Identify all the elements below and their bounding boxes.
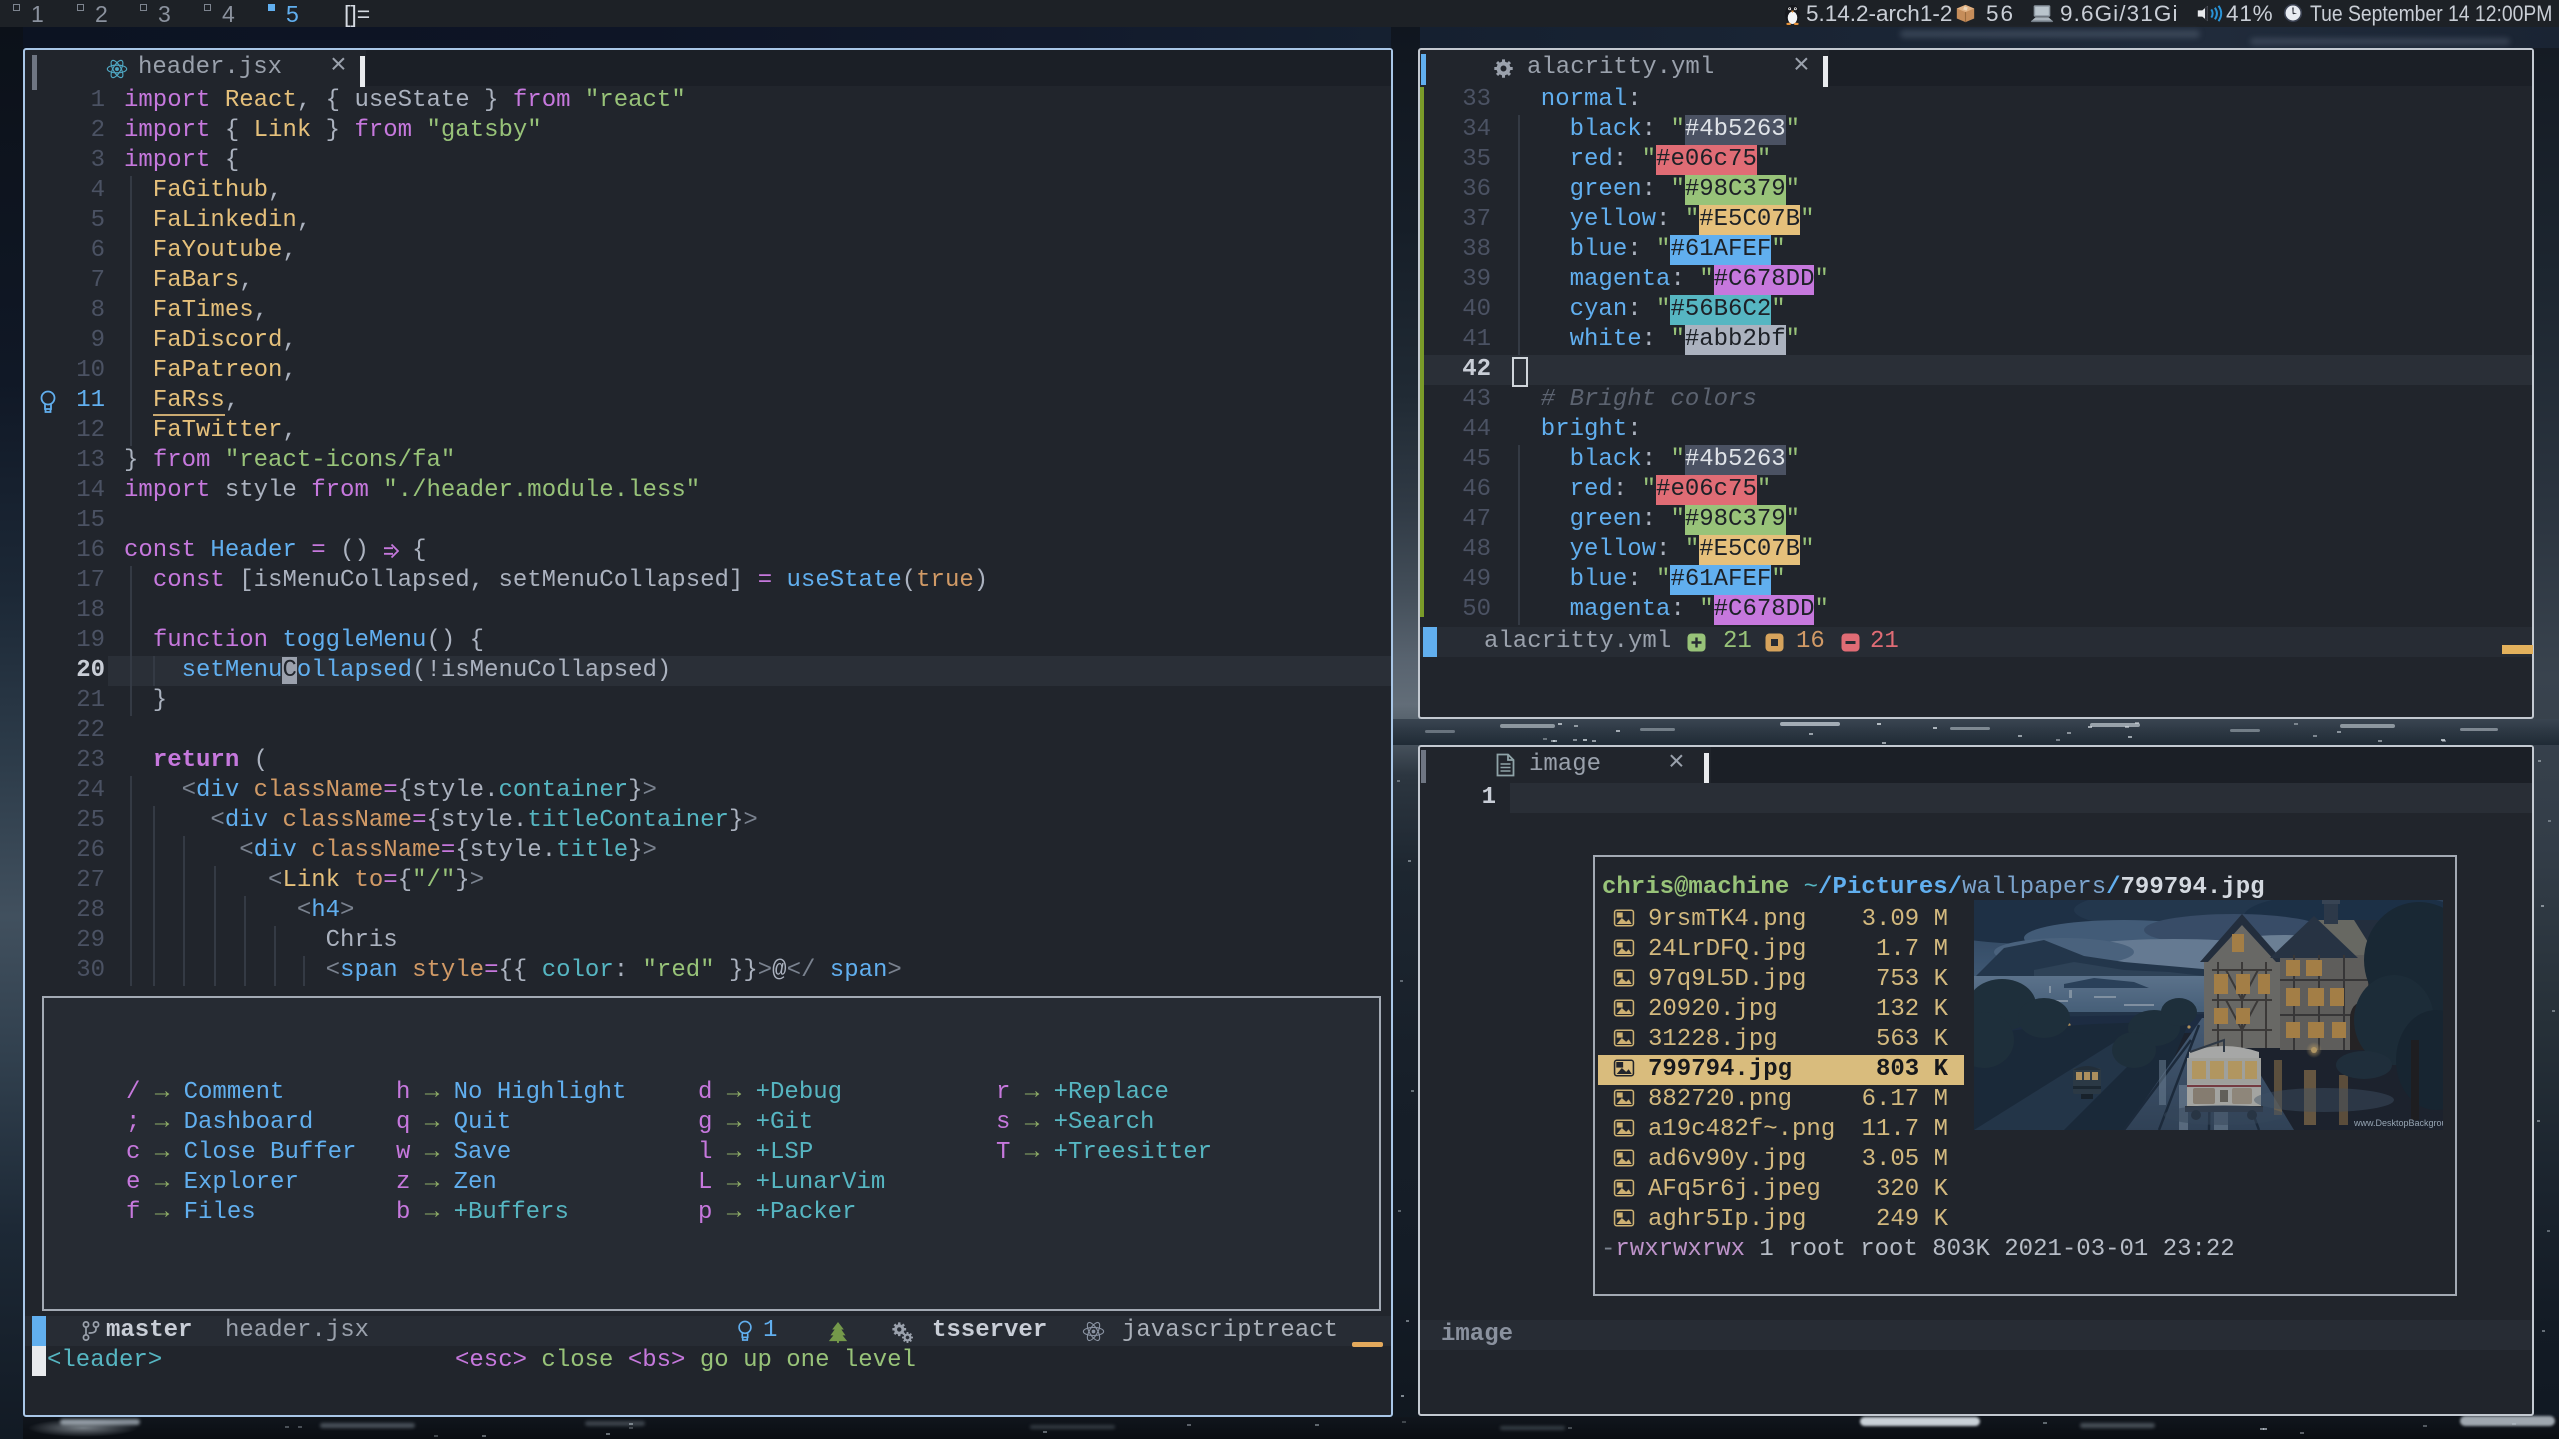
- svg-text:www.DesktopBackground.org: www.DesktopBackground.org: [2353, 1118, 2443, 1128]
